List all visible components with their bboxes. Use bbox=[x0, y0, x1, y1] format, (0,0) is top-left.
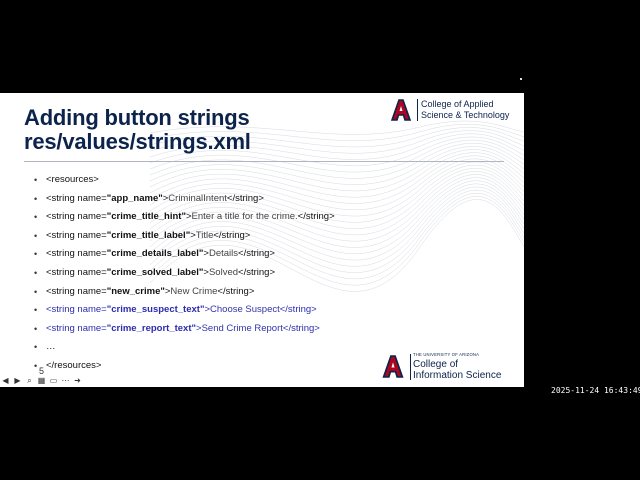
code-value: Solved bbox=[208, 266, 239, 278]
code-end-tag: </string> bbox=[217, 285, 255, 297]
bullet-icon: • bbox=[34, 342, 38, 353]
slideshow-controls: ◀ ▶ ⌕ ▦ ▭ ⋯ ➜ bbox=[0, 374, 83, 386]
code-end-tag: </string> bbox=[238, 266, 275, 278]
code-attribute: "app_name" bbox=[106, 192, 163, 204]
code-line: • <string name="crime_details_label">Deta… bbox=[34, 245, 335, 264]
captions-icon[interactable]: ▭ bbox=[48, 374, 59, 386]
code-line: •… bbox=[34, 338, 335, 357]
code-tag: <string name= bbox=[46, 266, 107, 278]
code-tag: <string name= bbox=[46, 304, 107, 316]
code-tag: <string name= bbox=[46, 211, 107, 223]
arizona-a-logo-icon bbox=[390, 99, 412, 121]
code-attribute: "crime_title_label" bbox=[106, 229, 191, 241]
code-tag: <string name= bbox=[46, 322, 107, 334]
code-line: • <string name="crime_solved_label">Solve… bbox=[34, 264, 335, 283]
code-tag: <resources> bbox=[46, 174, 99, 185]
code-attribute: "crime_report_text" bbox=[106, 322, 197, 334]
code-attribute: "new_crime" bbox=[106, 285, 165, 297]
code-end-tag: </string> bbox=[213, 229, 251, 241]
next-slide-icon[interactable]: ➜ bbox=[72, 374, 83, 386]
code-attribute: "crime_solved_label" bbox=[106, 266, 204, 278]
bullet-icon: • bbox=[34, 193, 38, 204]
bullet-icon: • bbox=[34, 286, 38, 297]
code-end-tag: </string> bbox=[238, 248, 275, 260]
bullet-icon: • bbox=[34, 230, 38, 241]
code-end-tag: </string> bbox=[282, 322, 320, 334]
code-attribute: "crime_title_hint" bbox=[106, 211, 186, 223]
college-name-bottom: College of Information Science bbox=[413, 359, 501, 381]
arizona-a-logo-icon bbox=[382, 355, 404, 378]
code-value: Details bbox=[208, 248, 239, 260]
code-line: • <string name="crime_report_text">Send C… bbox=[34, 320, 335, 339]
code-value: New Crime bbox=[170, 285, 218, 297]
bullet-icon: • bbox=[34, 249, 38, 260]
code-line: • <string name="crime_title_label">Title<… bbox=[34, 227, 335, 246]
slide-title-line-1: Adding button strings bbox=[24, 105, 250, 130]
code-line: • </resources> bbox=[34, 357, 335, 376]
code-tag: <string name= bbox=[46, 248, 107, 260]
screen-speck bbox=[520, 78, 522, 80]
grid-view-icon[interactable]: ▦ bbox=[36, 374, 47, 386]
code-tag: </resources> bbox=[46, 359, 102, 371]
code-value: Title bbox=[195, 229, 214, 241]
code-tag: <string name= bbox=[46, 192, 107, 204]
code-line: • <resources> bbox=[34, 171, 335, 190]
code-bullet-list: • <resources> • <string name="app_name">Cri… bbox=[34, 171, 335, 376]
code-value: Enter a title for the crime. bbox=[191, 211, 298, 223]
slide-title: Adding button strings res/values/strings… bbox=[24, 106, 251, 154]
code-line: • <string name="new_crime">New Crime</str… bbox=[34, 283, 335, 302]
code-end-tag: </string> bbox=[226, 192, 264, 204]
zoom-icon[interactable]: ⌕ bbox=[24, 374, 35, 386]
code-value: CriminalIntent bbox=[168, 192, 227, 204]
code-tag: <string name= bbox=[46, 285, 107, 297]
college-name-bottom-line-2: Information Science bbox=[413, 370, 502, 381]
college-name-bottom-line-1: College of bbox=[413, 359, 459, 370]
logo-divider bbox=[410, 354, 411, 380]
college-name-top-line-2: Science & Technology bbox=[421, 110, 510, 120]
logo-divider bbox=[417, 99, 418, 121]
slide-title-line-2: res/values/strings.xml bbox=[24, 129, 251, 154]
code-end-tag: </string> bbox=[279, 304, 317, 316]
university-name: THE UNIVERSITY OF ARIZONA bbox=[413, 352, 480, 357]
code-line: • <string name="crime_suspect_text">Choos… bbox=[34, 301, 335, 320]
bullet-icon: • bbox=[34, 360, 38, 371]
bullet-icon: • bbox=[34, 323, 38, 334]
forward-arrow-icon[interactable]: ▶ bbox=[12, 374, 23, 386]
code-value: Send Crime Report bbox=[201, 322, 283, 334]
bullet-icon: • bbox=[34, 212, 38, 223]
code-value: Choose Suspect bbox=[210, 304, 280, 316]
back-arrow-icon[interactable]: ◀ bbox=[0, 374, 11, 386]
code-attribute: "crime_details_label" bbox=[106, 248, 204, 260]
college-name-top: College of Applied Science & Technology bbox=[421, 99, 524, 121]
code-tag: <string name= bbox=[46, 229, 107, 241]
code-end-tag: </string> bbox=[297, 211, 335, 223]
bullet-icon: • bbox=[34, 267, 38, 278]
college-name-top-line-1: College of Applied bbox=[421, 99, 494, 109]
bullet-icon: • bbox=[34, 175, 38, 185]
code-attribute: "crime_suspect_text" bbox=[106, 304, 205, 316]
title-divider bbox=[24, 161, 504, 162]
timestamp-overlay: 2025-11-24 16:43:49 bbox=[551, 386, 640, 395]
code-line: • <string name="crime_title_hint">Enter a… bbox=[34, 208, 335, 227]
bullet-icon: • bbox=[34, 305, 38, 316]
presentation-slide: Adding button strings res/values/strings… bbox=[0, 93, 524, 387]
code-tag: … bbox=[46, 341, 56, 353]
code-line: • <string name="app_name">CriminalIntent<… bbox=[34, 190, 335, 209]
college-logo-bottom: THE UNIVERSITY OF ARIZONA College of Inf… bbox=[381, 352, 521, 382]
more-options-icon[interactable]: ⋯ bbox=[60, 374, 71, 386]
